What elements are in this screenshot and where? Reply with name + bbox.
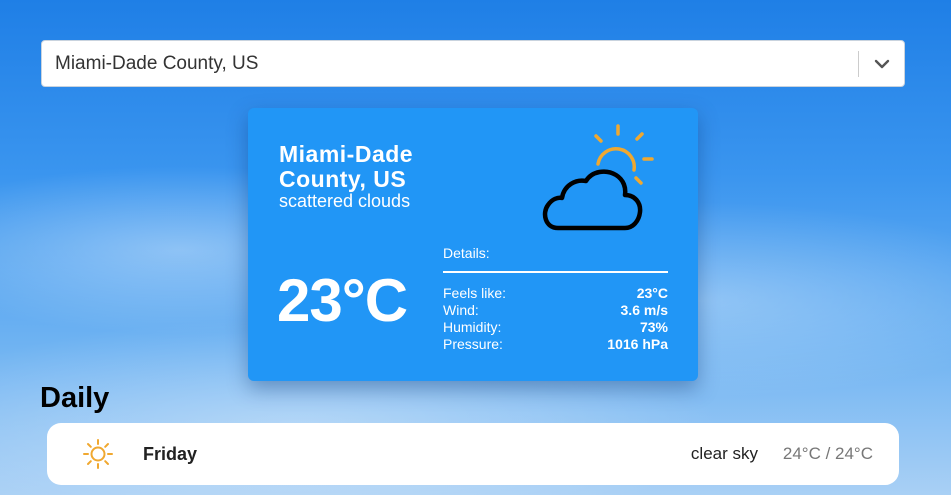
detail-label: Wind: (443, 302, 479, 318)
current-temperature: 23°C (277, 267, 408, 334)
detail-humidity: Humidity: 73% (443, 319, 668, 336)
detail-pressure: Pressure: 1016 hPa (443, 336, 668, 353)
detail-feels-like: Feels like: 23°C (443, 285, 668, 302)
detail-wind: Wind: 3.6 m/s (443, 302, 668, 319)
sun-icon (83, 439, 113, 469)
daily-forecast-item[interactable]: Friday clear sky 24°C / 24°C (47, 423, 899, 485)
city-name: Miami-Dade County, US (279, 141, 414, 192)
day-temperature-range: 24°C / 24°C (782, 444, 873, 463)
details-title: Details: (443, 245, 668, 273)
weather-description: scattered clouds (279, 191, 411, 211)
detail-value: 23°C (636, 285, 668, 301)
chevron-down-icon (874, 59, 889, 68)
partly-cloudy-icon (542, 124, 654, 231)
detail-label: Feels like: (443, 285, 507, 301)
location-search[interactable]: Miami-Dade County, US (41, 40, 905, 87)
dropdown-toggle[interactable] (859, 41, 904, 86)
detail-label: Pressure: (443, 336, 503, 352)
day-description: clear sky (690, 444, 758, 463)
detail-label: Humidity: (443, 319, 502, 335)
detail-value: 73% (639, 319, 668, 335)
detail-value: 1016 hPa (607, 336, 668, 352)
day-name: Friday (143, 443, 198, 464)
details-panel: Details: Feels like: 23°C Wind: 3.6 m/s … (443, 245, 668, 353)
daily-heading: Daily (40, 382, 110, 414)
detail-value: 3.6 m/s (620, 302, 668, 318)
current-weather-card: Miami-Dade County, US scattered clouds 2… (248, 108, 698, 381)
search-input[interactable]: Miami-Dade County, US (42, 53, 858, 75)
